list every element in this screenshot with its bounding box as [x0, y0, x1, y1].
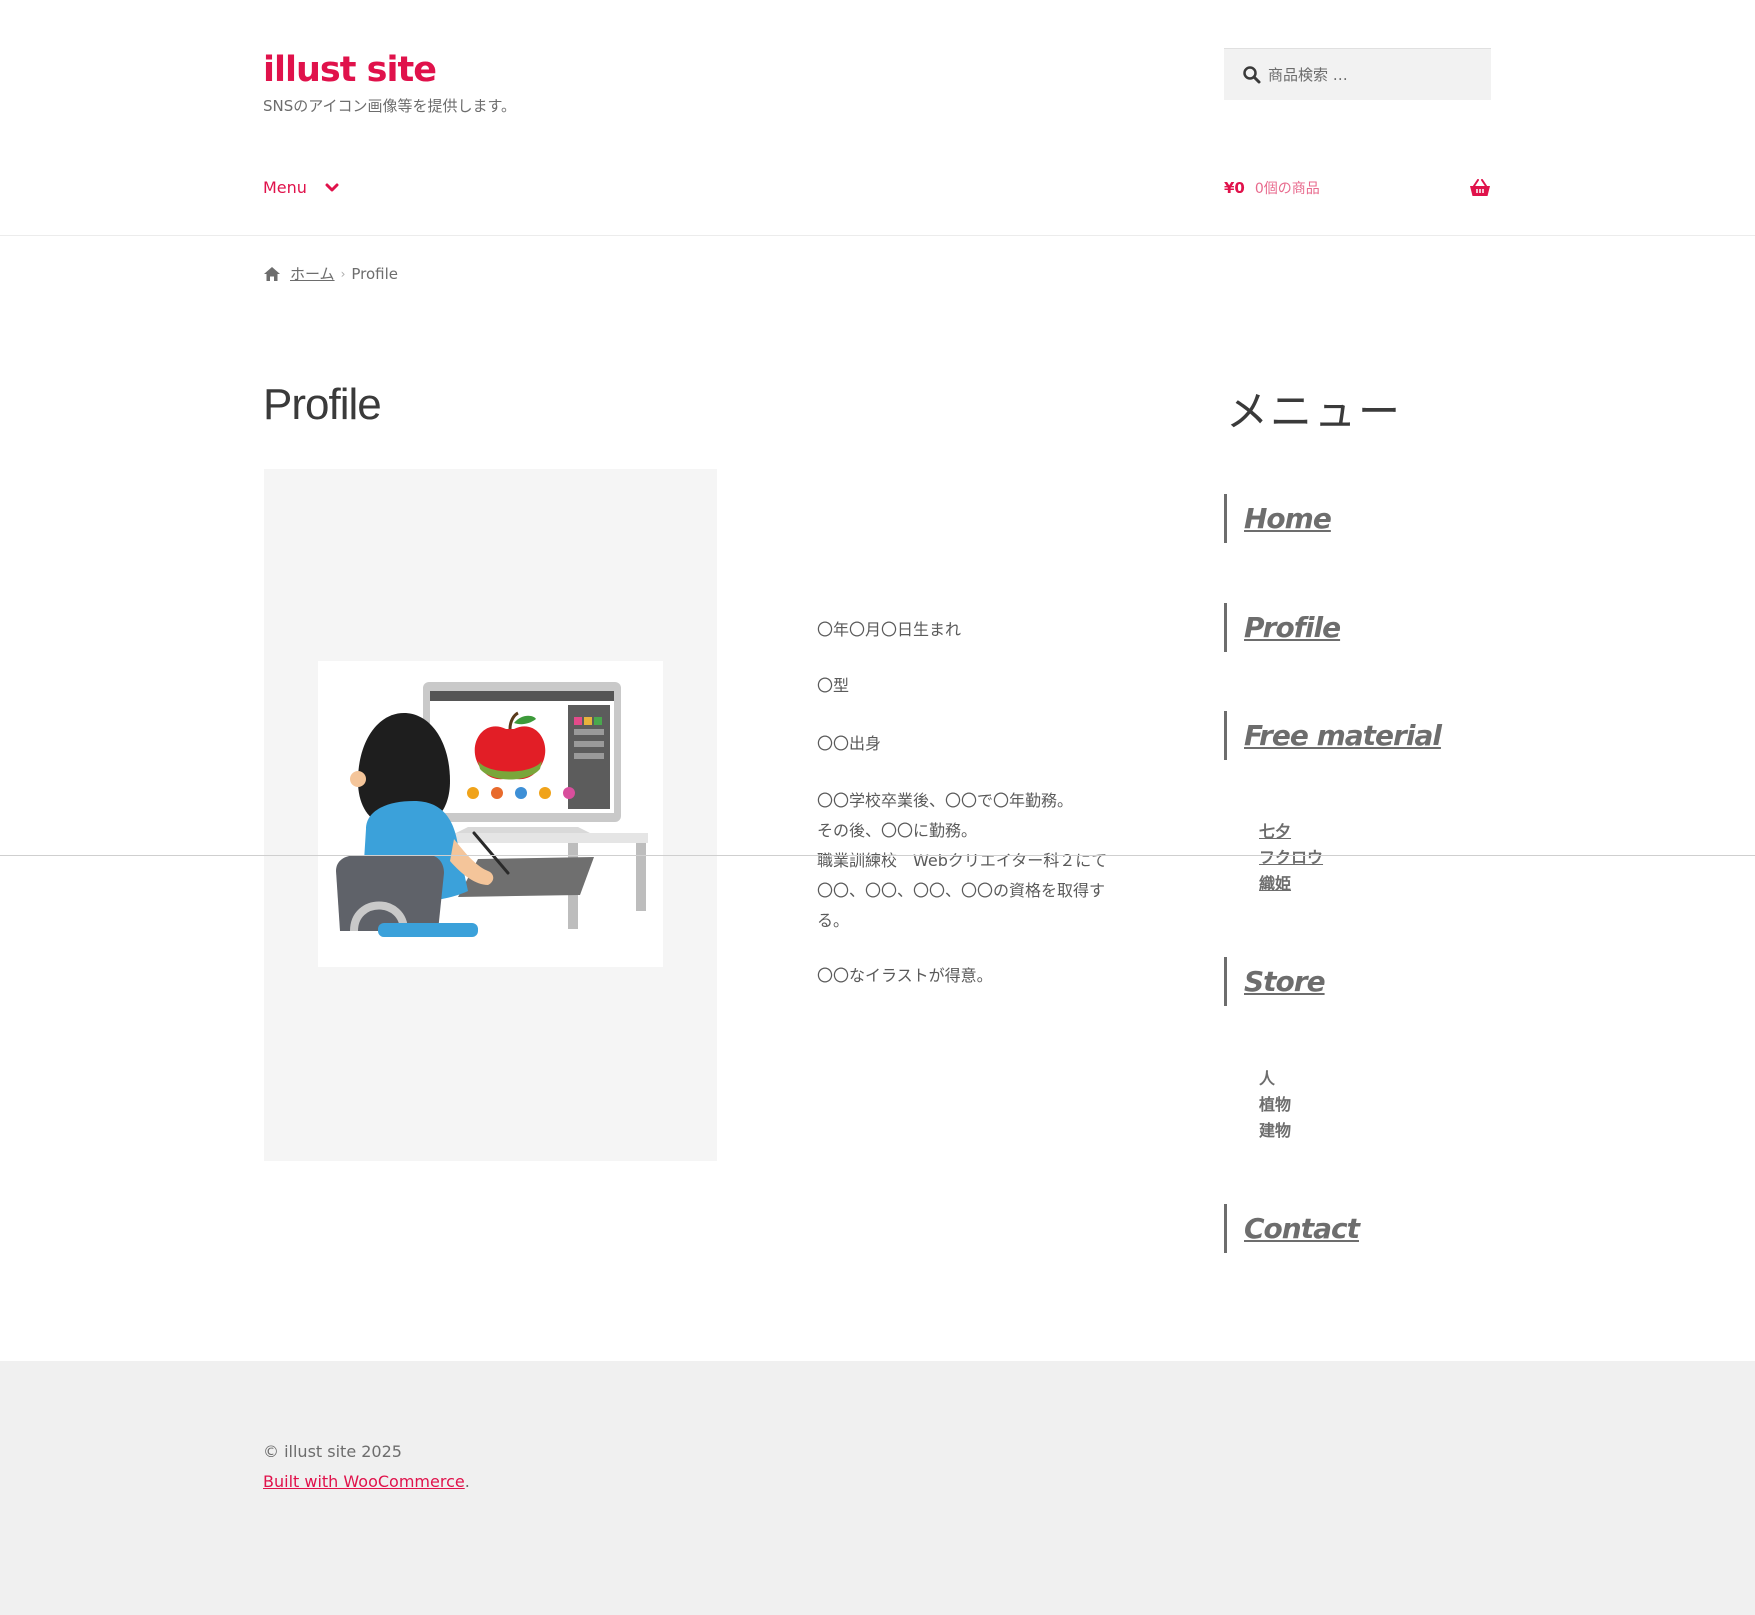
bio-career-line: 〇〇学校卒業後、〇〇で〇年勤務。 [817, 791, 1074, 810]
sidebar-widget-title: メニュー [1226, 387, 1403, 436]
breadcrumb-current: Profile [351, 264, 399, 283]
sublist-item-plants[interactable]: 植物 [1259, 1092, 1291, 1118]
profile-illustration [318, 661, 663, 967]
bio-career-line: 職業訓練校 Webクリエイター科２にて [817, 851, 1108, 870]
bio-career: 〇〇学校卒業後、〇〇で〇年勤務。 その後、〇〇に勤務。 職業訓練校 Webクリエ… [817, 786, 1107, 936]
bio-specialty: 〇〇なイラストが得意。 [817, 966, 993, 985]
search-input[interactable] [1266, 64, 1480, 85]
basket-icon [1470, 179, 1490, 196]
site-description: SNSのアイコン画像等を提供します。 [263, 97, 517, 115]
sublist-item-fukurou[interactable]: フクロウ [1259, 845, 1323, 871]
menu-label: Menu [263, 178, 307, 197]
free-material-sublist: 七夕 フクロウ 織姫 [1259, 819, 1323, 897]
footer-copyright: © illust site 2025 [263, 1442, 402, 1461]
home-icon [264, 266, 280, 281]
sublist-item-orihime[interactable]: 織姫 [1259, 871, 1323, 897]
footer-credit: Built with WooCommerce. [263, 1472, 470, 1491]
sidebar-item-profile[interactable]: Profile [1224, 603, 1341, 652]
horizontal-rule [0, 855, 1755, 856]
breadcrumb-separator: › [340, 266, 346, 281]
bio-birthdate: 〇年〇月〇日生まれ [817, 620, 962, 639]
footer-credit-suffix: . [464, 1472, 470, 1491]
bio-career-line: その後、〇〇に勤務。 [817, 821, 978, 840]
sublist-item-people[interactable]: 人 [1259, 1066, 1291, 1092]
bio-blood-type: 〇型 [817, 676, 850, 695]
product-search-field[interactable] [1224, 48, 1491, 100]
bio-career-line: る。 [817, 911, 850, 930]
woocommerce-link[interactable]: Built with WooCommerce [263, 1472, 465, 1491]
sublist-item-tanabata[interactable]: 七夕 [1259, 819, 1323, 845]
menu-toggle-button[interactable]: Menu [263, 178, 339, 197]
page-title: Profile [263, 380, 382, 429]
header-divider [0, 235, 1755, 236]
store-sublist: 人 植物 建物 [1259, 1066, 1291, 1144]
search-icon [1243, 65, 1261, 83]
chevron-down-icon [325, 183, 339, 191]
bio-career-line: 〇〇、〇〇、〇〇、〇〇の資格を取得す [817, 881, 1106, 900]
cart-link[interactable]: ¥0 0個の商品 [1224, 178, 1491, 198]
cart-amount: ¥0 [1224, 179, 1245, 197]
cart-count: 0個の商品 [1254, 181, 1320, 197]
breadcrumb: ホーム › Profile [263, 263, 398, 284]
site-title[interactable]: illust site [263, 46, 437, 94]
sidebar-item-free-material[interactable]: Free material [1224, 711, 1442, 760]
sidebar-item-contact[interactable]: Contact [1224, 1204, 1360, 1253]
sublist-item-buildings[interactable]: 建物 [1259, 1118, 1291, 1144]
sidebar-item-home[interactable]: Home [1224, 494, 1332, 543]
breadcrumb-home-link[interactable]: ホーム [290, 263, 335, 284]
sidebar-item-store[interactable]: Store [1224, 957, 1326, 1006]
bio-hometown: 〇〇出身 [817, 734, 882, 753]
